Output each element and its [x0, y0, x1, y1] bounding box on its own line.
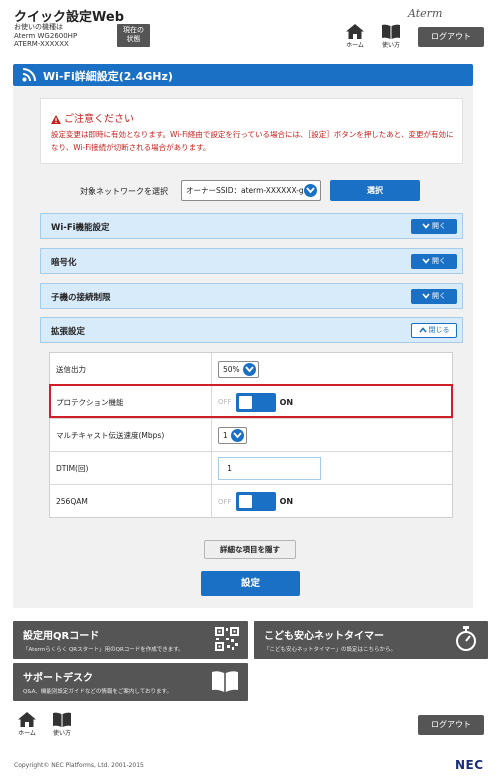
section-label: Wi-Fi機能設定	[51, 223, 110, 233]
qam256-on-label: ON	[279, 497, 294, 506]
current-status-button[interactable]: 現在の 状態	[117, 24, 150, 47]
table-row: マルチキャスト伝送速度(Mbps) 1	[50, 419, 452, 452]
aterm-logo: Aterm	[408, 7, 443, 20]
section-close-button[interactable]: 閉じる	[411, 323, 457, 338]
extended-settings-table: 送信出力 50% プロテクション機能 OFF ON マルチキャスト伝送速度(Mb…	[49, 352, 453, 518]
multicast-select[interactable]: 1	[218, 426, 247, 444]
timer-tile-title: こども安心ネットタイマー	[264, 631, 384, 642]
model-line-1: お使いの機種は	[14, 23, 63, 31]
multicast-value: 1	[223, 430, 228, 440]
nec-logo: NEC	[455, 758, 484, 772]
hide-details-button[interactable]: 詳細な項目を隠す	[204, 540, 296, 559]
home-nav-label: ホーム	[346, 42, 364, 49]
model-line-3: ATERM-XXXXXX	[14, 40, 69, 48]
notice-title-text: ご注意ください	[64, 114, 134, 125]
help-nav-button[interactable]: 使い方	[376, 24, 406, 52]
tx-power-value: 50%	[223, 364, 240, 374]
chevron-down-icon	[230, 428, 244, 442]
chevron-down-icon	[422, 293, 430, 299]
toggle-knob	[238, 495, 252, 508]
kids-net-timer-tile[interactable]: こども安心ネットタイマー 「こども安心ネットタイマー」の設定はこちらから。	[254, 621, 488, 659]
tx-power-cell: 50%	[218, 353, 259, 385]
qr-tile-title: 設定用QRコード	[23, 631, 100, 642]
section-label: 子機の接続制限	[51, 293, 111, 303]
qam256-off-label: OFF	[218, 497, 232, 506]
notice-title: ご注意ください	[51, 110, 134, 125]
footer-help-button[interactable]: 使い方	[47, 712, 77, 740]
network-select-label: 対象ネットワークを選択	[80, 187, 168, 196]
qr-code-tile[interactable]: 設定用QRコード 「Atermらくらく QRスタート」用のQRコードを作成できま…	[13, 621, 248, 659]
tx-power-select[interactable]: 50%	[218, 360, 259, 378]
qam256-label: 256QAM	[50, 485, 212, 518]
section-open-label: 開く	[432, 292, 446, 300]
footer-help-label: 使い方	[52, 730, 71, 737]
content-panel	[13, 86, 473, 608]
page-title: Wi-Fi詳細設定(2.4GHz)	[43, 70, 173, 83]
section-open-button[interactable]: 開く	[411, 219, 457, 234]
footer-home-label: ホーム	[18, 730, 36, 737]
section-encryption[interactable]: 暗号化 開く	[40, 248, 463, 274]
qr-tile-desc: 「Atermらくらく QRスタート」用のQRコードを作成できます。	[23, 647, 184, 653]
section-open-button[interactable]: 開く	[411, 254, 457, 269]
logout-button[interactable]: ログアウト	[418, 27, 484, 47]
chevron-up-icon	[418, 327, 427, 333]
chevron-down-icon	[242, 362, 256, 376]
section-open-label: 開く	[432, 222, 446, 230]
footer-logout-button[interactable]: ログアウト	[418, 715, 484, 735]
dtim-cell: 1	[218, 452, 321, 484]
timer-tile-desc: 「こども安心ネットタイマー」の設定はこちらから。	[264, 647, 397, 653]
notice-box: ご注意ください 設定変更は即時に有効となります。Wi-Fi経由で設定を行っている…	[40, 98, 463, 164]
tx-power-label: 送信出力	[50, 353, 212, 385]
table-row: 送信出力 50%	[50, 353, 452, 386]
support-tile-title: サポートデスク	[23, 673, 93, 684]
footer-home-button[interactable]: ホーム	[12, 712, 42, 740]
section-label: 拡張設定	[51, 327, 86, 337]
network-select-value: オーナーSSID：aterm-XXXXXX-g	[186, 186, 304, 195]
protection-highlight-box	[49, 384, 453, 418]
qam256-cell: OFF ON	[218, 485, 293, 518]
section-client-restriction[interactable]: 子機の接続制限 開く	[40, 283, 463, 309]
multicast-cell: 1	[218, 419, 247, 451]
network-select-button[interactable]: 選択	[330, 180, 420, 201]
notice-body: 設定変更は即時に有効となります。Wi-Fi経由で設定を行っている場合には、［設定…	[51, 130, 454, 152]
qr-code-icon	[215, 627, 239, 651]
footer-nav: ホーム 使い方 ログアウト	[0, 709, 500, 743]
section-close-label: 閉じる	[428, 326, 450, 334]
chevron-down-icon	[422, 223, 430, 229]
section-open-button[interactable]: 開く	[411, 289, 457, 304]
support-tile-desc: Q&A、機能別設定ガイドなどの情報をご案内しております。	[23, 689, 173, 695]
help-nav-label: 使い方	[381, 42, 400, 49]
support-desk-tile[interactable]: サポートデスク Q&A、機能別設定ガイドなどの情報をご案内しております。	[13, 663, 248, 701]
section-label: 暗号化	[51, 258, 77, 268]
apply-button[interactable]: 設定	[201, 571, 300, 596]
multicast-label: マルチキャスト伝送速度(Mbps)	[50, 419, 212, 451]
section-extended[interactable]: 拡張設定 閉じる	[40, 317, 463, 343]
wifi-icon	[22, 68, 36, 82]
page-title-bar: Wi-Fi詳細設定(2.4GHz)	[13, 64, 473, 86]
section-wifi-function[interactable]: Wi-Fi機能設定 開く	[40, 213, 463, 239]
book-icon	[212, 671, 238, 692]
dtim-input[interactable]: 1	[218, 456, 321, 480]
book-icon	[382, 24, 400, 39]
header: クイック設定Web お使いの機種は Aterm WG2600HP ATERM-X…	[0, 0, 500, 55]
model-line-2: Aterm WG2600HP	[14, 31, 78, 40]
section-open-label: 開く	[432, 257, 446, 265]
stopwatch-icon	[456, 626, 476, 651]
home-icon	[18, 712, 36, 727]
dtim-label: DTIM(回)	[50, 452, 212, 484]
model-info: お使いの機種は Aterm WG2600HP ATERM-XXXXXX	[14, 23, 77, 49]
copyright: Copyright© NEC Platforms, Ltd. 2001-2015	[14, 762, 144, 769]
home-icon	[346, 24, 364, 39]
network-select[interactable]: オーナーSSID：aterm-XXXXXX-g	[181, 180, 321, 201]
book-icon	[53, 712, 71, 727]
chevron-down-icon	[304, 184, 317, 197]
chevron-down-icon	[422, 258, 430, 264]
warning-icon	[51, 114, 61, 124]
home-nav-button[interactable]: ホーム	[340, 24, 370, 52]
table-row: DTIM(回) 1	[50, 452, 452, 485]
table-row: 256QAM OFF ON	[50, 485, 452, 518]
qam256-toggle[interactable]	[235, 492, 276, 511]
